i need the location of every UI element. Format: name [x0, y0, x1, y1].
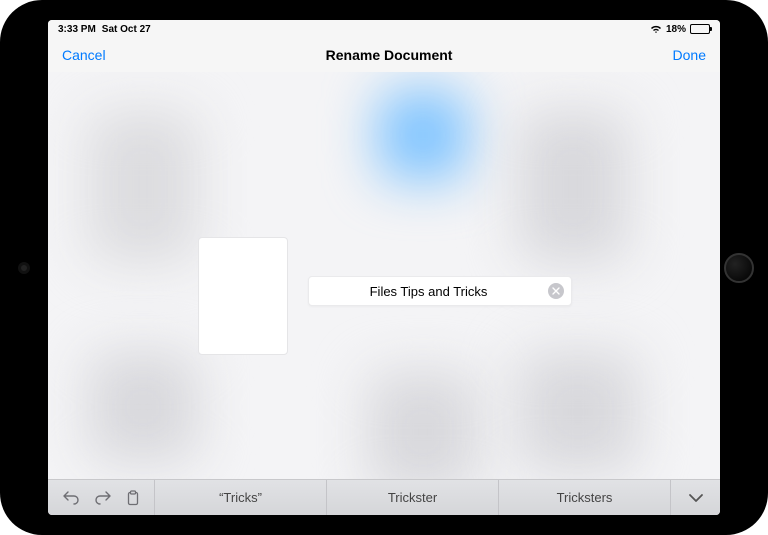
- status-time: 3:33 PM: [58, 24, 96, 35]
- suggestion-2[interactable]: Trickster: [326, 480, 498, 515]
- cancel-button[interactable]: Cancel: [62, 47, 106, 63]
- status-bar: 3:33 PM Sat Oct 27 18%: [48, 20, 720, 38]
- keyboard-tools: [48, 480, 154, 515]
- battery-percent: 18%: [666, 24, 686, 35]
- document-thumbnail: [198, 237, 288, 355]
- suggestion-1[interactable]: “Tricks”: [154, 480, 326, 515]
- done-button[interactable]: Done: [673, 47, 706, 63]
- clipboard-icon[interactable]: [126, 490, 140, 506]
- wifi-icon: [650, 24, 662, 34]
- nav-title: Rename Document: [326, 47, 453, 63]
- status-date: Sat Oct 27: [102, 24, 151, 35]
- keyboard-toggle-button[interactable]: [670, 480, 720, 515]
- keyboard-suggestions: “Tricks” Trickster Tricksters: [154, 480, 670, 515]
- content-area: [48, 72, 720, 479]
- suggestion-3[interactable]: Tricksters: [498, 480, 670, 515]
- undo-icon[interactable]: [62, 491, 80, 505]
- redo-icon[interactable]: [94, 491, 112, 505]
- nav-bar: Cancel Rename Document Done: [48, 38, 720, 72]
- rename-input[interactable]: [309, 284, 548, 299]
- ipad-device-frame: 3:33 PM Sat Oct 27 18% Cancel Rename Doc…: [0, 0, 768, 535]
- home-button[interactable]: [724, 253, 754, 283]
- battery-icon: [690, 24, 710, 34]
- clear-text-button[interactable]: [548, 283, 564, 299]
- chevron-down-icon: [688, 493, 704, 503]
- rename-field[interactable]: [308, 276, 572, 306]
- screen: 3:33 PM Sat Oct 27 18% Cancel Rename Doc…: [48, 20, 720, 515]
- keyboard-accessory-bar: “Tricks” Trickster Tricksters: [48, 479, 720, 515]
- camera-dot: [21, 265, 27, 271]
